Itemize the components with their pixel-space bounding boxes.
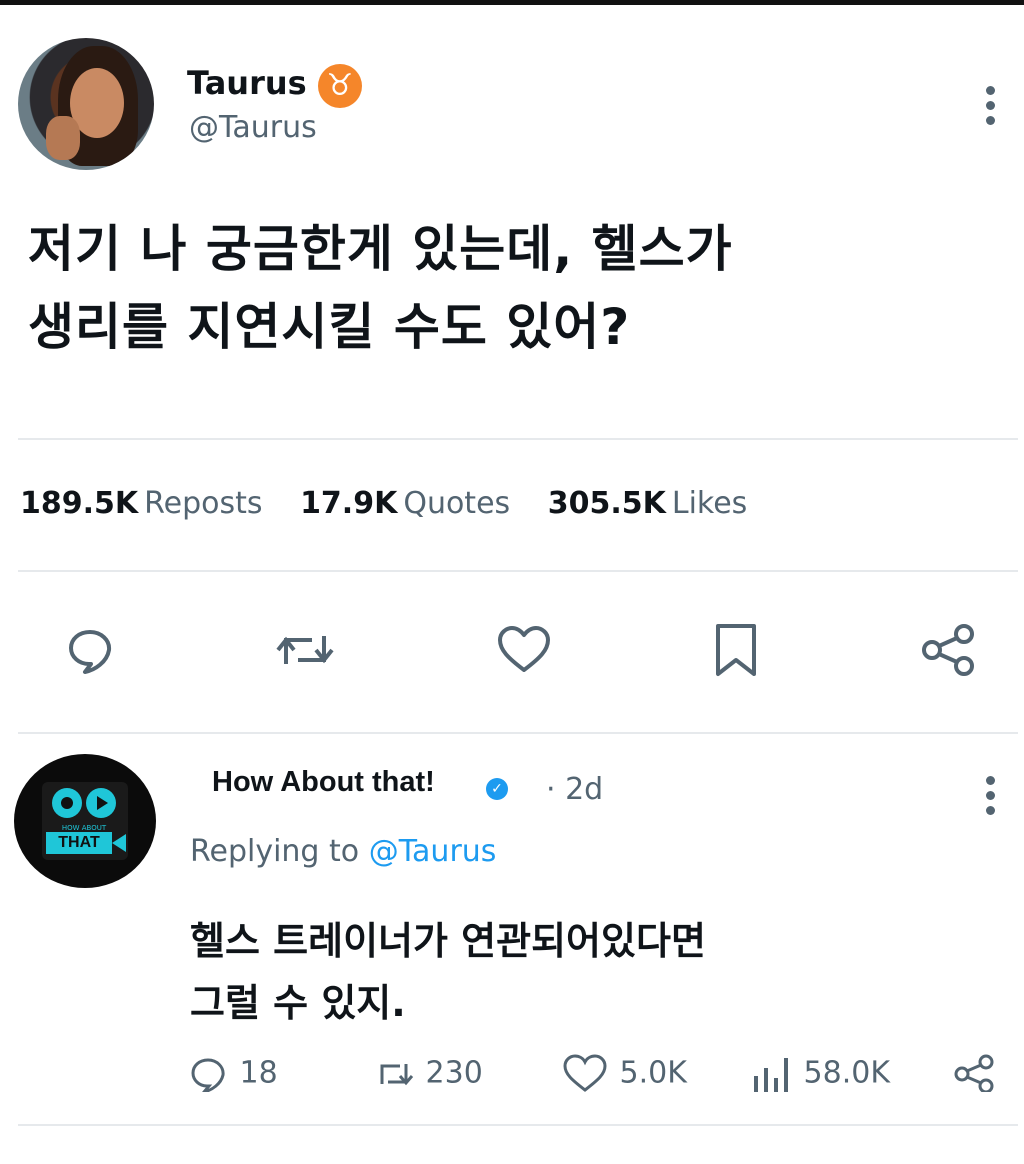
reply-text-line: 헬스 트레이너가 연관되어있다면: [190, 919, 706, 963]
reply-author-name[interactable]: How About that!: [212, 766, 435, 799]
views-count: 58.0K: [803, 1055, 891, 1091]
tweet-stats: 189.5K Reposts 17.9K Quotes 305.5K Likes: [20, 486, 775, 521]
reply-repost-button[interactable]: 230: [372, 1052, 483, 1092]
reposts-count[interactable]: 189.5K: [20, 486, 138, 521]
reply-timestamp[interactable]: · 2d: [546, 772, 603, 807]
quotes-label[interactable]: Quotes: [403, 486, 510, 521]
reply-share-button[interactable]: [950, 1052, 998, 1092]
quotes-count[interactable]: 17.9K: [300, 486, 397, 521]
divider: [18, 570, 1018, 572]
repost-icon: [380, 1064, 414, 1086]
logo-big-text: THAT: [46, 832, 112, 854]
tweet-text-line: 생리를 지연시킬 수도 있어?: [28, 298, 631, 356]
tweet-text-line: 저기 나 궁금한게 있는데, 헬스가: [28, 220, 733, 278]
tweet-action-bar: [0, 620, 1024, 680]
replying-prefix: Replying to: [190, 834, 360, 869]
reposts-label[interactable]: Reposts: [144, 486, 262, 521]
bookmark-icon[interactable]: [708, 620, 768, 680]
repost-icon[interactable]: [272, 620, 334, 680]
share-icon: [954, 1054, 994, 1092]
tweet-text: 저기 나 궁금한게 있는데, 헬스가 생리를 지연시킬 수도 있어?: [28, 210, 1008, 366]
top-border: [0, 0, 1024, 5]
reply-views-button[interactable]: 58.0K: [750, 1052, 890, 1092]
share-icon[interactable]: [918, 620, 978, 680]
likes-label[interactable]: Likes: [672, 486, 747, 521]
divider: [18, 1124, 1018, 1126]
reply-icon[interactable]: [60, 620, 120, 680]
logo-small-text: HOW ABOUT: [61, 824, 107, 832]
author-name[interactable]: Taurus: [187, 64, 307, 102]
reply-icon: [191, 1058, 225, 1092]
replies-count: 18: [239, 1055, 278, 1091]
reply-text-line: 그럴 수 있지.: [190, 981, 406, 1025]
replying-to: Replying to @Taurus: [190, 834, 496, 869]
reposts-count-reply: 230: [425, 1055, 483, 1091]
reply-avatar[interactable]: HOW ABOUT THAT: [14, 754, 156, 888]
channel-logo-icon: HOW ABOUT THAT: [42, 782, 128, 860]
divider: [18, 438, 1018, 440]
taurus-badge-icon: ♉: [318, 64, 362, 108]
like-icon[interactable]: [494, 620, 554, 680]
reply-more-options-icon[interactable]: [978, 776, 1002, 820]
author-handle[interactable]: @Taurus: [189, 110, 317, 145]
divider: [18, 732, 1018, 734]
likes-count-reply: 5.0K: [619, 1055, 687, 1091]
more-options-icon[interactable]: [978, 86, 1002, 130]
like-icon: [563, 1054, 607, 1092]
views-icon: [754, 1058, 788, 1092]
verified-badge-icon: ✓: [486, 778, 508, 800]
replying-handle-link[interactable]: @Taurus: [369, 834, 497, 869]
reply-like-button[interactable]: 5.0K: [560, 1052, 687, 1092]
reply-action-bar: 18 230 5.0K 58.0K: [0, 1052, 1024, 1092]
avatar[interactable]: [18, 38, 154, 170]
reply-text: 헬스 트레이너가 연관되어있다면 그럴 수 있지.: [190, 910, 990, 1034]
reply-replies-button[interactable]: 18: [186, 1052, 278, 1092]
likes-count[interactable]: 305.5K: [548, 486, 666, 521]
